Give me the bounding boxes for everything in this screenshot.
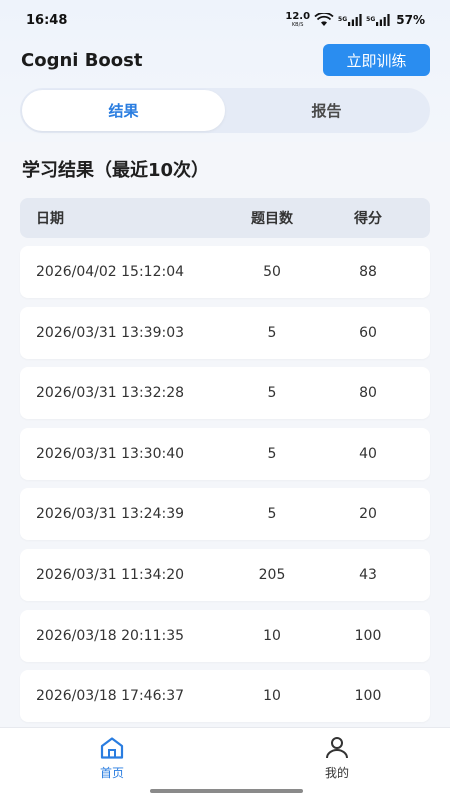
table-row[interactable]: 2026/03/31 13:30:40 5 40 (20, 427, 430, 480)
nav-home[interactable]: 首页 (72, 736, 152, 781)
sim2-signal: 5G (366, 14, 390, 26)
table-row[interactable]: 2026/03/18 17:46:37 10 100 (20, 670, 430, 723)
row-date: 2026/03/31 13:39:03 (36, 324, 185, 341)
results-list: 2026/04/02 15:12:04 50 88 2026/03/31 13:… (20, 246, 430, 731)
tab-results[interactable]: 结果 (22, 90, 225, 131)
row-count: 10 (263, 627, 281, 644)
row-score: 20 (359, 506, 377, 523)
row-score: 100 (354, 688, 382, 705)
row-count: 5 (267, 445, 277, 462)
nav-home-label: 首页 (99, 766, 124, 780)
tab-bar: 结果 报告 (20, 88, 430, 133)
row-date: 2026/03/31 13:24:39 (36, 506, 185, 523)
row-count: 50 (263, 264, 281, 280)
row-date: 2026/03/18 17:46:37 (36, 688, 185, 705)
table-header: 日期 题目数 得分 (20, 198, 430, 238)
row-count: 10 (263, 688, 281, 705)
column-score: 得分 (354, 211, 382, 227)
row-count: 5 (267, 324, 277, 341)
nav-mine[interactable]: 我的 (297, 736, 377, 781)
table-row[interactable]: 2026/03/31 13:24:39 5 20 (20, 488, 430, 541)
wifi-icon (314, 13, 334, 26)
status-icons: 12.0 KB/S 5G 5G 57% (285, 12, 425, 28)
sim1-signal: 5G (338, 14, 362, 26)
row-score: 100 (354, 627, 382, 644)
user-icon (326, 737, 348, 759)
table-row[interactable]: 2026/03/31 13:39:03 5 60 (20, 306, 430, 359)
column-date: 日期 (36, 211, 64, 227)
tab-report[interactable]: 报告 (225, 90, 428, 131)
row-count: 205 (258, 566, 286, 583)
section-title: 学习结果（最近10次） (22, 160, 210, 181)
row-date: 2026/03/31 13:32:28 (36, 385, 185, 402)
row-score: 43 (359, 566, 377, 583)
nav-mine-label: 我的 (324, 766, 349, 780)
table-row[interactable]: 2026/03/31 11:34:20 205 43 (20, 548, 430, 601)
sim2-label: 5G (366, 16, 376, 23)
app-title: Cogni Boost (21, 49, 143, 71)
start-training-button[interactable]: 立即训练 (323, 44, 430, 76)
home-icon (100, 737, 124, 759)
net-speed-unit: KB/S (291, 22, 304, 28)
net-speed-value: 12.0 (285, 11, 311, 22)
row-date: 2026/03/31 13:30:40 (36, 445, 185, 462)
row-date: 2026/03/18 20:11:35 (36, 627, 185, 644)
status-time: 16:48 (26, 12, 68, 28)
row-score: 88 (359, 264, 377, 280)
sim1-label: 5G (338, 16, 348, 23)
column-count: 题目数 (251, 211, 293, 227)
signal-icon (348, 14, 362, 26)
app-header: Cogni Boost 立即训练 (0, 42, 450, 78)
row-score: 40 (359, 445, 377, 462)
net-speed: 12.0 KB/S (285, 12, 310, 28)
home-indicator[interactable] (150, 789, 303, 793)
row-date: 2026/04/02 15:12:04 (36, 264, 185, 280)
row-score: 80 (359, 385, 377, 402)
signal-icon (376, 14, 390, 26)
row-count: 5 (267, 385, 277, 402)
row-score: 60 (359, 324, 377, 341)
table-row[interactable]: 2026/03/31 13:32:28 5 80 (20, 367, 430, 420)
row-date: 2026/03/31 11:34:20 (36, 566, 185, 583)
table-row[interactable]: 2026/03/18 20:11:35 10 100 (20, 609, 430, 662)
battery-percent: 57% (396, 13, 425, 27)
status-bar: 16:48 12.0 KB/S 5G 5G 57% (0, 0, 450, 40)
row-count: 5 (267, 506, 277, 523)
table-row[interactable]: 2026/04/02 15:12:04 50 88 (20, 246, 430, 298)
